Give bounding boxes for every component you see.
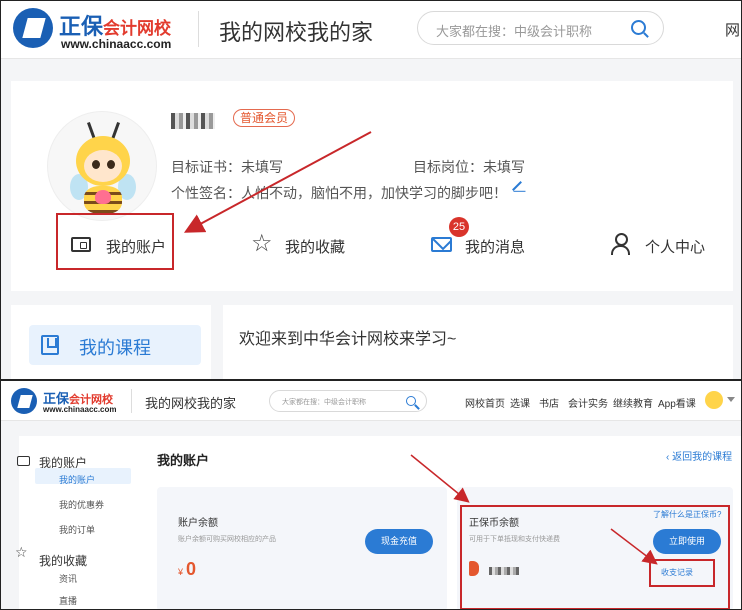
top-screenshot-panel: 正保会计网校 www.chinaacc.com 我的网校我的家 大家都在搜：中级… [0,0,742,380]
search-icon-small[interactable] [406,396,416,406]
sidebar-item-coupons[interactable]: 我的优惠券 [59,498,104,511]
signature: 个性签名：人怕不动，脑怕不用，加快学习的脚步吧！ [171,183,507,203]
highlight-box-my-account [56,213,174,270]
search-icon[interactable] [631,20,646,35]
star-icon: ☆ [251,230,273,257]
welcome-text: 欢迎来到中华会计网校来学习~ [239,331,457,348]
sidebar-item-my-account[interactable]: 我的账户 [59,473,95,486]
page-title-small: 我的网校我的家 [145,396,237,411]
signature-label: 个性签名： [171,185,241,201]
brand-name-red: 会计网校 [103,19,172,38]
back-to-courses-link[interactable]: ‹ 返回我的课程 [666,448,732,463]
my-courses-label: 我的课程 [79,338,151,358]
message-count-badge: 25 [449,217,469,237]
sidebar-group-favorites[interactable]: 我的收藏 [39,552,87,569]
nav-courses[interactable]: 选课 [510,395,530,410]
target-cert-label: 目标证书： [171,159,241,175]
account-title: 我的账户 [157,453,210,468]
chevron-down-icon[interactable] [727,397,735,402]
course-sidebar: 我的课程 [11,305,211,379]
welcome-area: 欢迎来到中华会计网校来学习~ [223,305,733,379]
bottom-screenshot-panel: 正保会计网校 www.chinaacc.com 我的网校我的家 大家都在搜：中级… [0,380,742,610]
back-to-courses-label: 返回我的课程 [672,452,733,463]
bee-heart [95,190,111,204]
member-badge: 普通会员 [233,109,296,127]
sidebar-item-live[interactable]: 直播 [59,594,77,607]
header-divider [198,11,199,47]
search-placeholder: 大家都在搜：中级会计职称 [436,24,593,39]
target-cert: 目标证书：未填写 [171,157,283,177]
sidebar-item-orders[interactable]: 我的订单 [59,523,95,536]
nickname-blurred [171,113,215,129]
target-cert-value: 未填写 [241,159,283,175]
balance-amount: 0 [186,559,197,579]
profile-nav-messages[interactable]: 25 我的消息 [431,217,541,261]
profile-nav-messages-label: 我的消息 [465,239,526,256]
bee-face [84,150,122,182]
brand-name-blue: 正保 [59,14,104,39]
header-divider-small [131,389,132,413]
chinaacc-logo-icon-small[interactable] [11,388,37,414]
balance-currency: ¥ [178,567,184,577]
bee-eye-right [107,160,115,169]
nav-bookstore[interactable]: 书店 [539,395,559,410]
profile-nav-favorites[interactable]: ☆ 我的收藏 [251,231,361,261]
highlight-box-coin-balance [460,505,730,609]
signature-value: 人怕不动，脑怕不用，加快学习的脚步吧！ [241,185,507,201]
page-title: 我的网校我的家 [219,20,374,45]
balance-card: 账户余额 账户余额可购买网校相应的产品 ¥ 0 现金充值 [157,487,447,609]
brand-url-small: www.chinaacc.com [43,405,117,414]
profile-nav-personal-center[interactable]: 个人中心 [611,231,721,261]
mail-icon [431,237,452,252]
profile-nav-personal-center-label: 个人中心 [645,239,706,256]
target-job-label: 目标岗位： [413,159,483,175]
recharge-button[interactable]: 现金充值 [365,529,433,554]
user-avatar-small[interactable] [705,391,723,409]
search-placeholder-small: 大家都在搜：中级会计职称 [282,399,366,406]
star-icon-small: ☆ [15,544,28,560]
highlight-box-record-link [649,559,715,587]
chinaacc-logo-icon[interactable] [13,8,53,48]
nav-home[interactable]: 网校首页 [465,395,505,410]
book-icon [41,335,59,355]
user-icon [611,233,630,255]
site-header: 正保会计网校 www.chinaacc.com 我的网校我的家 大家都在搜：中级… [1,1,741,59]
profile-nav-favorites-label: 我的收藏 [285,239,346,256]
bee-eye-left [92,160,100,169]
brand-name-blue-small: 正保 [43,391,70,406]
nav-continuing-education[interactable]: 继续教育 [613,395,653,410]
target-job: 目标岗位：未填写 [413,157,525,177]
wallet-icon-small [17,456,30,466]
sidebar-item-news[interactable]: 资讯 [59,572,77,585]
search-input-small[interactable]: 大家都在搜：中级会计职称 [269,390,427,412]
nav-link-cut[interactable]: 网 [725,19,740,40]
balance-desc: 账户余额可购买网校相应的产品 [178,536,276,543]
search-input[interactable]: 大家都在搜：中级会计职称 [417,11,664,45]
balance-title: 账户余额 [178,518,218,529]
site-header-small: 正保会计网校 www.chinaacc.com 我的网校我的家 大家都在搜：中级… [1,381,741,421]
brand-url: www.chinaacc.com [61,37,172,51]
nav-app-courses[interactable]: App看课 [658,395,696,410]
my-courses-button[interactable]: 我的课程 [29,325,201,365]
target-job-value: 未填写 [483,159,525,175]
avatar[interactable] [47,111,157,221]
edit-pencil-icon[interactable] [512,181,522,191]
nav-accounting-practice[interactable]: 会计实务 [568,395,608,410]
